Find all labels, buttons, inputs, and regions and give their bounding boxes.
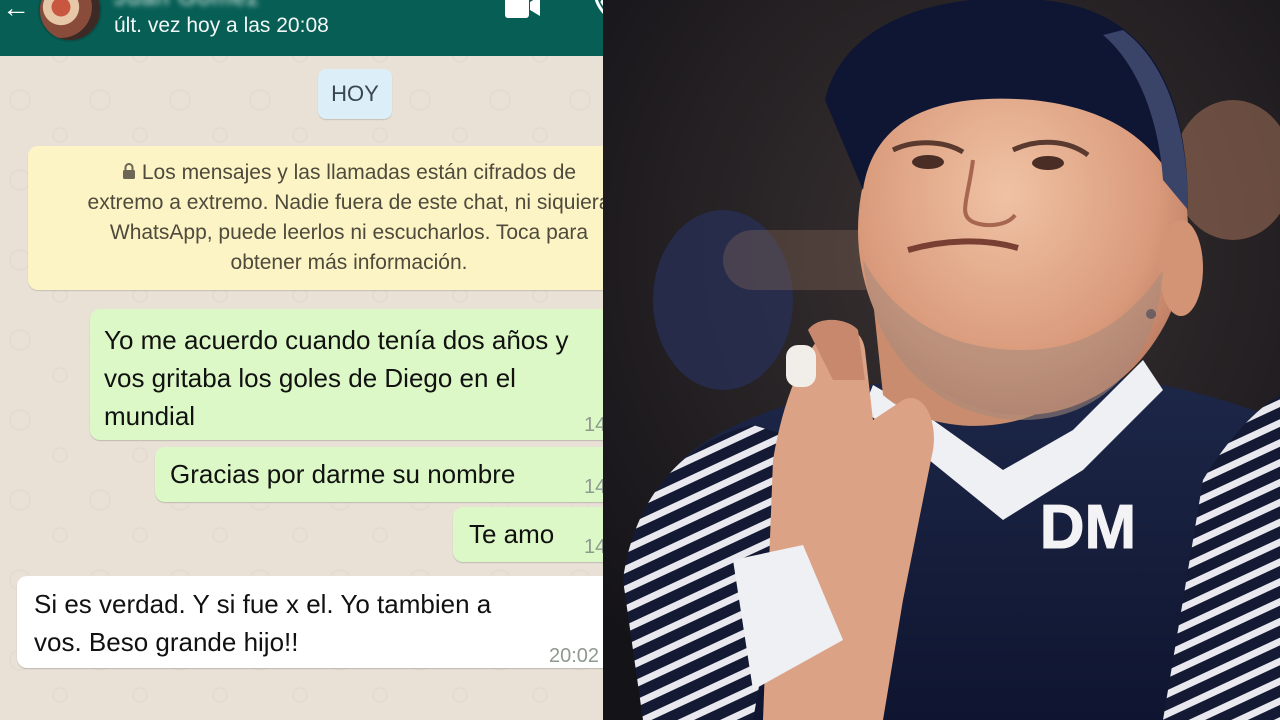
jacket-logo: DM [1039,493,1136,563]
message-line: Si es verdad. Y si fue x el. Yo tambien … [34,589,492,619]
message-line: Yo me acuerdo cuando tenía dos años y [104,325,569,355]
encryption-notice-line: obtener más información. [230,251,468,274]
contact-name[interactable]: Juan Gomez [114,0,260,12]
encryption-notice-line: WhatsApp, puede leerlos ni escucharlos. … [109,221,589,244]
encryption-notice-line: Los mensajes y las llamadas están cifrad… [28,158,670,188]
outgoing-message[interactable]: Yo me acuerdo cuando tenía dos años y vo… [90,309,650,440]
svg-text:DM: DM [1040,493,1136,562]
encryption-notice-line: extremo a extremo. Nadie fuera de este c… [87,191,611,214]
message-line: Gracias por darme su nombre [170,459,516,489]
back-arrow-icon[interactable]: ← [2,0,30,24]
chat-header: ← Juan Gomez últ. vez hoy a las 20:08 [0,0,690,56]
man-praying-photo: DM [603,0,1280,720]
date-chip: HOY [318,69,392,119]
message-line: mundial [104,401,196,431]
encryption-notice[interactable]: Los mensajes y las llamadas están cifrad… [28,146,670,290]
lock-icon [122,163,135,179]
avatar[interactable] [38,0,102,42]
whatsapp-chat-screenshot: ← Juan Gomez últ. vez hoy a las 20:08 HO… [0,0,690,720]
message-line: vos gritaba los goles de Diego en el [104,363,516,393]
last-seen-status: últ. vez hoy a las 20:08 [114,14,329,37]
incoming-message[interactable]: Si es verdad. Y si fue x el. Yo tambien … [17,576,622,668]
outgoing-message[interactable]: Gracias por darme su nombre 14:30 [155,447,650,502]
message-line: vos. Beso grande hijo!! [34,627,299,657]
message-time: 20:02 [549,645,600,667]
video-call-icon[interactable] [502,0,542,26]
